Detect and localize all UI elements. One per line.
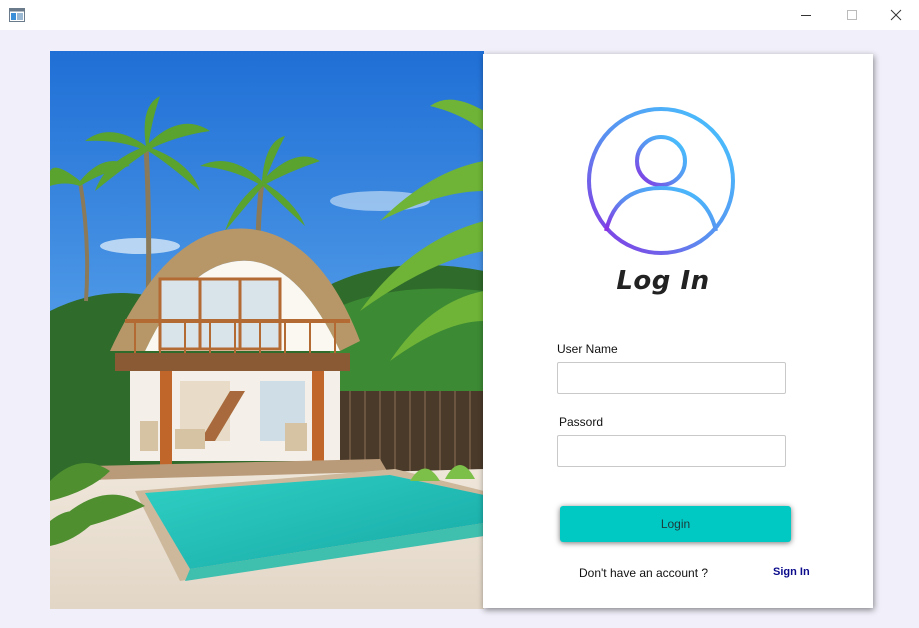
sign-in-link[interactable]: Sign In	[773, 566, 810, 578]
title-bar	[0, 0, 919, 30]
login-button[interactable]: Login	[560, 506, 791, 542]
app-window-icon	[9, 7, 25, 22]
maximize-button[interactable]	[829, 0, 875, 30]
maximize-icon	[847, 10, 857, 20]
password-label: Passord	[559, 415, 604, 429]
beach-villa-image	[50, 51, 484, 609]
no-account-text: Don't have an account ?	[579, 566, 709, 580]
page-title: Log In	[616, 266, 710, 296]
login-card: Log In User Name Passord Login Don't hav…	[483, 54, 873, 608]
username-field[interactable]	[557, 362, 786, 394]
minimize-button[interactable]	[783, 0, 829, 30]
close-icon	[890, 9, 902, 21]
username-label: User Name	[557, 342, 618, 356]
password-field[interactable]	[557, 435, 786, 467]
minimize-icon	[801, 15, 811, 16]
close-button[interactable]	[873, 0, 919, 30]
user-avatar-icon	[586, 106, 736, 256]
